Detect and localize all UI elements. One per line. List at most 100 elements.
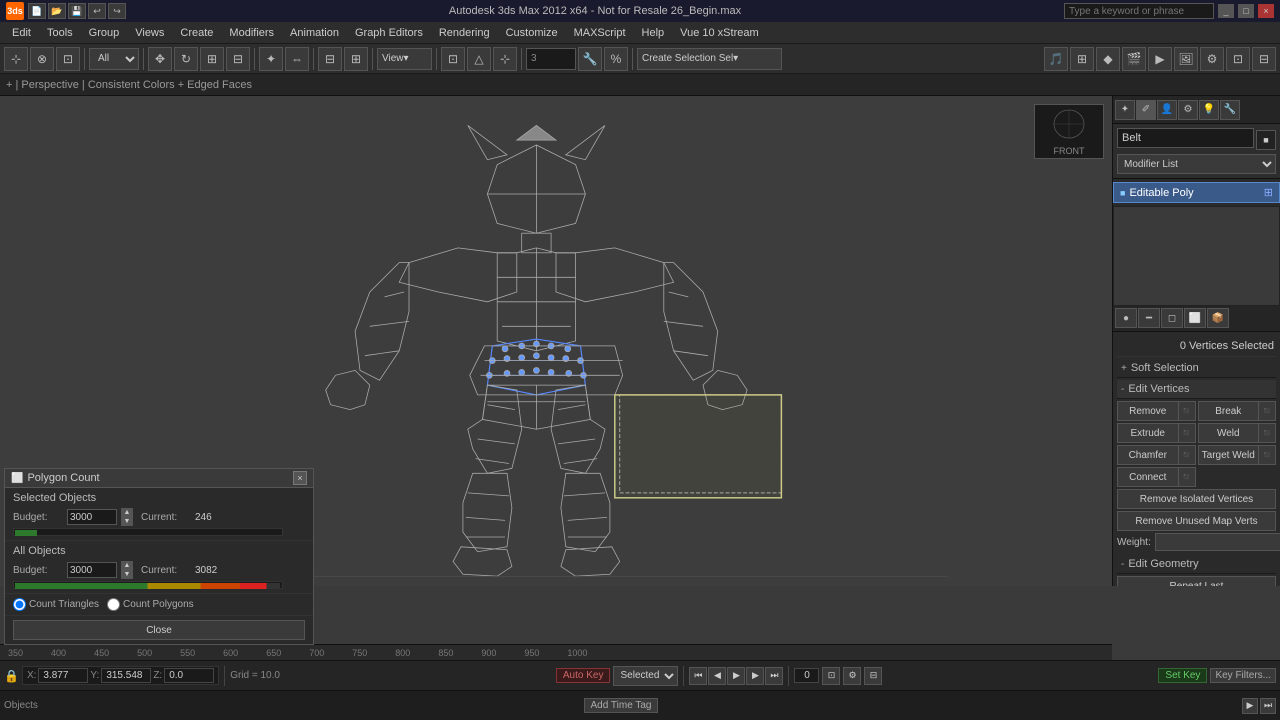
key-filters-button[interactable]: Key Filters... bbox=[1210, 668, 1276, 683]
named-selection-field[interactable]: 3 bbox=[526, 48, 576, 70]
mirror-tool[interactable]: ⇔ bbox=[285, 47, 309, 71]
extrude-options-btn[interactable]: ◾ bbox=[1178, 423, 1196, 443]
remove-options-btn[interactable]: ◾ bbox=[1178, 401, 1196, 421]
schematic-view-btn[interactable]: ⊞ bbox=[1070, 47, 1094, 71]
menu-modifiers[interactable]: Modifiers bbox=[221, 25, 282, 41]
extrude-button[interactable]: Extrude bbox=[1117, 423, 1178, 443]
open-btn[interactable]: 📂 bbox=[48, 3, 66, 19]
filter-select[interactable]: All bbox=[89, 48, 139, 70]
sel-budget-increment[interactable]: ▲ bbox=[121, 508, 133, 517]
view-dropdown[interactable]: View▾ bbox=[377, 48, 432, 70]
close-btn[interactable]: × bbox=[1258, 4, 1274, 18]
menu-maxscript[interactable]: MAXScript bbox=[566, 25, 634, 41]
reference-coord-tool[interactable]: ⊟ bbox=[226, 47, 250, 71]
selected-dropdown[interactable]: Selected bbox=[613, 666, 678, 686]
target-weld-options-btn[interactable]: ◾ bbox=[1258, 445, 1276, 465]
remove-unused-map-verts-button[interactable]: Remove Unused Map Verts bbox=[1117, 511, 1276, 531]
remove-isolated-vertices-button[interactable]: Remove Isolated Vertices bbox=[1117, 489, 1276, 509]
extra-btn1[interactable]: ⚙ bbox=[1200, 47, 1224, 71]
break-button[interactable]: Break bbox=[1198, 401, 1259, 421]
chamfer-options-btn[interactable]: ◾ bbox=[1178, 445, 1196, 465]
menu-edit[interactable]: Edit bbox=[4, 25, 39, 41]
play-btn[interactable]: ▶ bbox=[727, 667, 745, 685]
menu-create[interactable]: Create bbox=[172, 25, 221, 41]
all-budget-decrement[interactable]: ▼ bbox=[121, 570, 133, 579]
mini-step-btn[interactable]: ⏭ bbox=[1260, 698, 1276, 714]
polygon-count-close-btn[interactable]: × bbox=[293, 471, 307, 485]
weight-input[interactable] bbox=[1155, 533, 1280, 551]
menu-tools[interactable]: Tools bbox=[39, 25, 81, 41]
align-tool[interactable]: ⊟ bbox=[318, 47, 342, 71]
save-btn[interactable]: 💾 bbox=[68, 3, 86, 19]
keyword-search[interactable] bbox=[1064, 3, 1214, 19]
vertex-mode-icon[interactable]: ● bbox=[1115, 308, 1137, 328]
menu-help[interactable]: Help bbox=[634, 25, 673, 41]
selected-budget-input[interactable] bbox=[67, 509, 117, 525]
lock-icon[interactable]: 🔒 bbox=[4, 669, 19, 683]
material-editor-btn[interactable]: ◆ bbox=[1096, 47, 1120, 71]
connect-button[interactable]: Connect bbox=[1117, 467, 1178, 487]
frame-counter[interactable]: 0 bbox=[794, 668, 819, 683]
weld-button[interactable]: Weld bbox=[1198, 423, 1259, 443]
z-coord[interactable]: 0.0 bbox=[164, 668, 214, 683]
motion-panel-icon[interactable]: ⚙ bbox=[1178, 100, 1198, 120]
new-btn[interactable]: 📄 bbox=[28, 3, 46, 19]
next-frame-btn[interactable]: ▶ bbox=[746, 667, 764, 685]
element-mode-icon[interactable]: 📦 bbox=[1207, 308, 1229, 328]
key-mode-btn[interactable]: ⊡ bbox=[822, 667, 840, 685]
go-to-end-btn[interactable]: ⏭ bbox=[765, 667, 783, 685]
render-setup-btn[interactable]: 🎬 bbox=[1122, 47, 1146, 71]
remove-button[interactable]: Remove bbox=[1117, 401, 1178, 421]
chamfer-button[interactable]: Chamfer bbox=[1117, 445, 1178, 465]
x-coord[interactable]: 3.877 bbox=[38, 668, 88, 683]
create-selection-dropdown[interactable]: Create Selection Sel▾ bbox=[637, 48, 782, 70]
create-panel-icon[interactable]: ✦ bbox=[1115, 100, 1135, 120]
restore-btn[interactable]: □ bbox=[1238, 4, 1254, 18]
menu-graph-editors[interactable]: Graph Editors bbox=[347, 25, 431, 41]
repeat-last-button[interactable]: Repeat Last bbox=[1117, 576, 1276, 586]
object-name-field[interactable] bbox=[1117, 128, 1254, 148]
snap-toggle[interactable]: ⊡ bbox=[441, 47, 465, 71]
undo-btn[interactable]: ↩ bbox=[88, 3, 106, 19]
menu-animation[interactable]: Animation bbox=[282, 25, 347, 41]
utilities-panel-icon[interactable]: 🔧 bbox=[1220, 100, 1240, 120]
3d-snap-toggle[interactable]: 🔧 bbox=[578, 47, 602, 71]
target-weld-button[interactable]: Target Weld bbox=[1198, 445, 1259, 465]
border-mode-icon[interactable]: ◻ bbox=[1161, 308, 1183, 328]
edit-vertices-toggle[interactable]: - bbox=[1121, 384, 1124, 395]
snap-percent-toggle[interactable]: ⊹ bbox=[493, 47, 517, 71]
connect-options-btn[interactable]: ◾ bbox=[1178, 467, 1196, 487]
y-coord[interactable]: 315.548 bbox=[101, 668, 151, 683]
menu-customize[interactable]: Customize bbox=[498, 25, 566, 41]
snap-angle-toggle[interactable]: △ bbox=[467, 47, 491, 71]
count-triangles-radio[interactable]: Count Triangles bbox=[13, 598, 99, 611]
menu-vue[interactable]: Vue 10 xStream bbox=[672, 25, 766, 41]
display-panel-icon[interactable]: 💡 bbox=[1199, 100, 1219, 120]
edit-geometry-header[interactable]: - Edit Geometry bbox=[1117, 555, 1276, 574]
minimize-btn[interactable]: _ bbox=[1218, 4, 1234, 18]
select-object-tool[interactable]: ⊡ bbox=[56, 47, 80, 71]
set-key-button[interactable]: Set Key bbox=[1158, 668, 1207, 683]
percent-snap[interactable]: % bbox=[604, 47, 628, 71]
extra-btn3[interactable]: ⊟ bbox=[1252, 47, 1276, 71]
modify-panel-icon[interactable]: ✐ bbox=[1136, 100, 1156, 120]
edit-geometry-toggle[interactable]: - bbox=[1121, 559, 1124, 570]
count-polygons-radio[interactable]: Count Polygons bbox=[107, 598, 194, 611]
all-budget-increment[interactable]: ▲ bbox=[121, 561, 133, 570]
all-budget-input[interactable] bbox=[67, 562, 117, 578]
hierarchy-panel-icon[interactable]: 👤 bbox=[1157, 100, 1177, 120]
render-frame-btn[interactable]: 🖼 bbox=[1174, 47, 1198, 71]
redo-btn[interactable]: ↪ bbox=[108, 3, 126, 19]
break-options-btn[interactable]: ◾ bbox=[1258, 401, 1276, 421]
editable-poly-entry[interactable]: ■ Editable Poly ⊞ bbox=[1113, 182, 1280, 203]
quick-render-btn[interactable]: ▶ bbox=[1148, 47, 1172, 71]
edge-mode-icon[interactable]: ━ bbox=[1138, 308, 1160, 328]
add-time-tag-button[interactable]: Add Time Tag bbox=[584, 698, 659, 713]
pivot-tool[interactable]: ✦ bbox=[259, 47, 283, 71]
sel-budget-decrement[interactable]: ▼ bbox=[121, 517, 133, 526]
select-region-tool[interactable]: ⊗ bbox=[30, 47, 54, 71]
color-swatch[interactable]: ■ bbox=[1256, 130, 1276, 150]
menu-group[interactable]: Group bbox=[81, 25, 128, 41]
polygon-count-close-button[interactable]: Close bbox=[13, 620, 305, 640]
go-to-start-btn[interactable]: ⏮ bbox=[689, 667, 707, 685]
